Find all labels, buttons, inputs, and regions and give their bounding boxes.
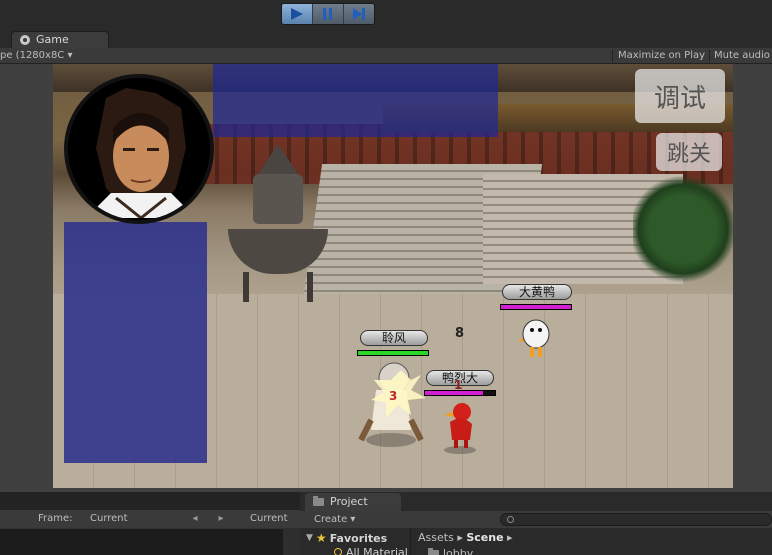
- favorite-item-label: All Material: [346, 546, 408, 555]
- combo-counter: 8: [455, 326, 465, 341]
- duck-enemy-sprite: [518, 319, 550, 357]
- project-body: ▼ ★ Favorites All Material Assets ▸ Scen…: [300, 528, 772, 555]
- unity-editor: Game pe (1280x8C ▾ Maximize on Play Mute…: [0, 0, 772, 555]
- animation-toolbar: Frame: Current ◂ ▸ Current: [0, 510, 300, 528]
- stone-lantern: [223, 144, 333, 304]
- bottom-panels: Frame: Current ◂ ▸ Current Project Creat…: [0, 492, 772, 555]
- project-panel: Project Create ▾ ▼ ★ Favorites All Mater…: [300, 492, 772, 555]
- create-dropdown[interactable]: Create ▾: [314, 511, 355, 528]
- prev-frame-icon[interactable]: ◂: [184, 510, 206, 528]
- tab-project-label: Project: [330, 495, 368, 508]
- current-time-field[interactable]: Current: [250, 510, 288, 528]
- tab-game[interactable]: Game: [11, 31, 109, 48]
- maximize-on-play-toggle[interactable]: Maximize on Play: [618, 48, 705, 63]
- overlay-panel-top: [213, 64, 498, 137]
- playback-controls: [281, 3, 375, 25]
- tab-bar: Game: [0, 30, 772, 48]
- favorites-section[interactable]: ▼ ★ Favorites: [306, 531, 387, 545]
- player-damage-number: 3: [389, 389, 398, 403]
- favorites-label: Favorites: [329, 531, 388, 545]
- breadcrumb: Assets ▸ Scene ▸: [418, 531, 513, 544]
- player-nameplate: 聆风: [360, 330, 428, 346]
- skip-level-button[interactable]: 跳关: [656, 133, 722, 171]
- breadcrumb-assets[interactable]: Assets: [418, 531, 454, 544]
- toolbar-divider: [709, 50, 710, 62]
- player-sprite: [358, 362, 426, 447]
- folder-icon: [428, 547, 439, 555]
- breadcrumb-arrow-icon: ▸: [457, 531, 467, 544]
- game-icon: [20, 35, 30, 45]
- step-icon: [353, 8, 365, 20]
- breadcrumb-arrow-icon: ▸: [507, 531, 513, 544]
- animation-panel: Frame: Current ◂ ▸ Current: [0, 492, 300, 555]
- pine-tree: [633, 174, 733, 284]
- star-icon: ★: [315, 531, 327, 545]
- tab-game-label: Game: [36, 33, 69, 46]
- panel-divider: [410, 528, 411, 555]
- project-toolbar: Create ▾: [300, 511, 772, 528]
- favorite-item-all-materials[interactable]: All Material: [334, 546, 408, 555]
- enemy-damage-number: 1: [454, 378, 463, 392]
- tab-project[interactable]: Project: [305, 493, 401, 511]
- top-toolbar: [0, 0, 772, 30]
- red-duck-enemy-sprite: [444, 403, 476, 454]
- folder-item-label: lobby: [443, 547, 474, 555]
- player-hp-fill: [358, 351, 428, 355]
- pause-icon: [323, 8, 332, 20]
- timeline-area[interactable]: [0, 528, 300, 555]
- search-icon: [507, 516, 514, 523]
- pause-button[interactable]: [313, 4, 344, 24]
- toolbar-divider: [612, 50, 613, 62]
- hero-face-image: [86, 88, 196, 218]
- step-button[interactable]: [344, 4, 374, 24]
- vertical-scrollbar[interactable]: [283, 528, 300, 555]
- folder-icon: [313, 496, 324, 506]
- mute-audio-toggle[interactable]: Mute audio: [714, 48, 770, 63]
- current-frame-field[interactable]: Current: [90, 510, 128, 528]
- next-frame-icon[interactable]: ▸: [210, 510, 232, 528]
- enemy-hp-bar: [500, 304, 572, 310]
- frame-label: Frame:: [38, 513, 73, 524]
- play-button[interactable]: [282, 4, 313, 24]
- overlay-panel-left: [64, 222, 207, 463]
- enemy-nameplate: 大黄鸭: [502, 284, 572, 300]
- debug-button[interactable]: 调试: [635, 69, 725, 123]
- expand-arrow-icon[interactable]: ▼: [306, 533, 313, 543]
- hero-portrait: [64, 74, 214, 224]
- search-input[interactable]: [500, 513, 772, 526]
- aspect-dropdown[interactable]: pe (1280x8C ▾: [0, 48, 73, 63]
- enemy-hp-fill: [501, 305, 571, 309]
- breadcrumb-scene[interactable]: Scene: [466, 531, 503, 544]
- game-view-toolbar: pe (1280x8C ▾ Maximize on Play Mute audi…: [0, 48, 772, 64]
- game-view: 调试 跳关 大黄鸭 8 聆风 3 鸭烈大 1: [0, 64, 772, 492]
- folder-item-lobby[interactable]: lobby: [428, 547, 473, 555]
- play-icon: [291, 8, 303, 20]
- player-hp-bar: [357, 350, 429, 356]
- search-icon: [334, 548, 342, 555]
